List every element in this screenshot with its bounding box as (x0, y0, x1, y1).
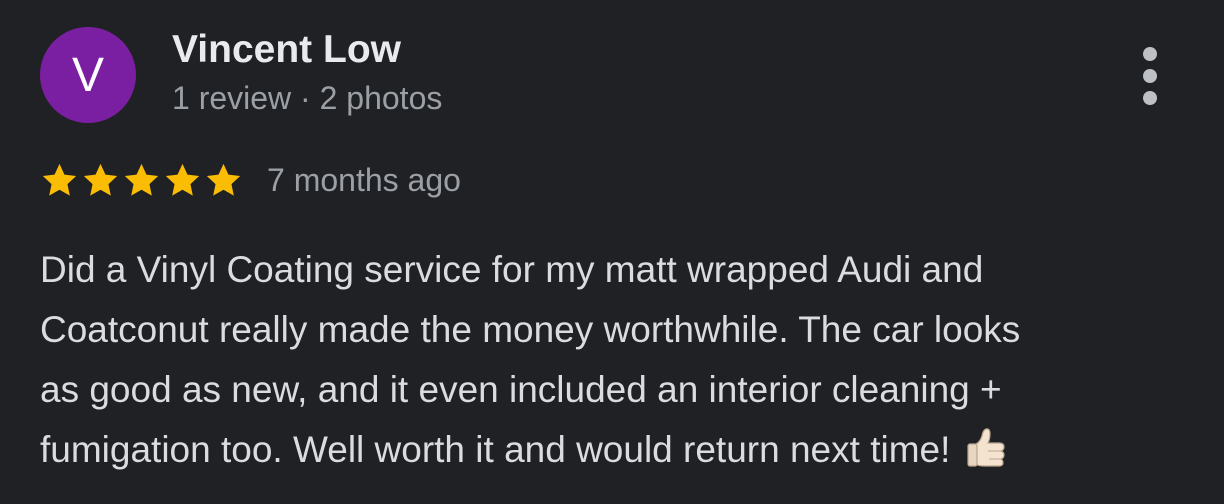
review-date: 7 months ago (267, 161, 461, 198)
review-text-line: Did a Vinyl Coating service for my matt … (40, 249, 984, 290)
more-vert-icon-dot (1143, 69, 1157, 83)
reviewer-name[interactable]: Vincent Low (172, 28, 401, 72)
review-text-line: fumigation too. Well worth it and would … (40, 420, 1190, 480)
star-icon (165, 163, 200, 196)
review-text: Did a Vinyl Coating service for my matt … (40, 240, 1190, 480)
star-icon (206, 163, 241, 196)
star-rating (40, 161, 243, 200)
review-text-line: Coatconut really made the money worthwhi… (40, 309, 1021, 350)
review-text-line-content: fumigation too. Well worth it and would … (40, 429, 951, 470)
star-icon (42, 163, 77, 196)
star-icon (83, 163, 118, 196)
review-text-line: as good as new, and it even included an … (40, 369, 1002, 410)
rating-row: 7 months ago (40, 158, 461, 202)
thumbs-up-icon (967, 428, 1005, 467)
star-icon (124, 163, 159, 196)
more-vert-icon-dot (1143, 91, 1157, 105)
review-card: V Vincent Low 1 review · 2 photos 7 mont… (0, 0, 1224, 504)
more-options-button[interactable] (1126, 44, 1174, 108)
reviewer-meta: 1 review · 2 photos (172, 80, 443, 116)
avatar-letter: V (71, 48, 104, 102)
more-vert-icon (1143, 47, 1157, 61)
avatar[interactable]: V (40, 27, 136, 123)
